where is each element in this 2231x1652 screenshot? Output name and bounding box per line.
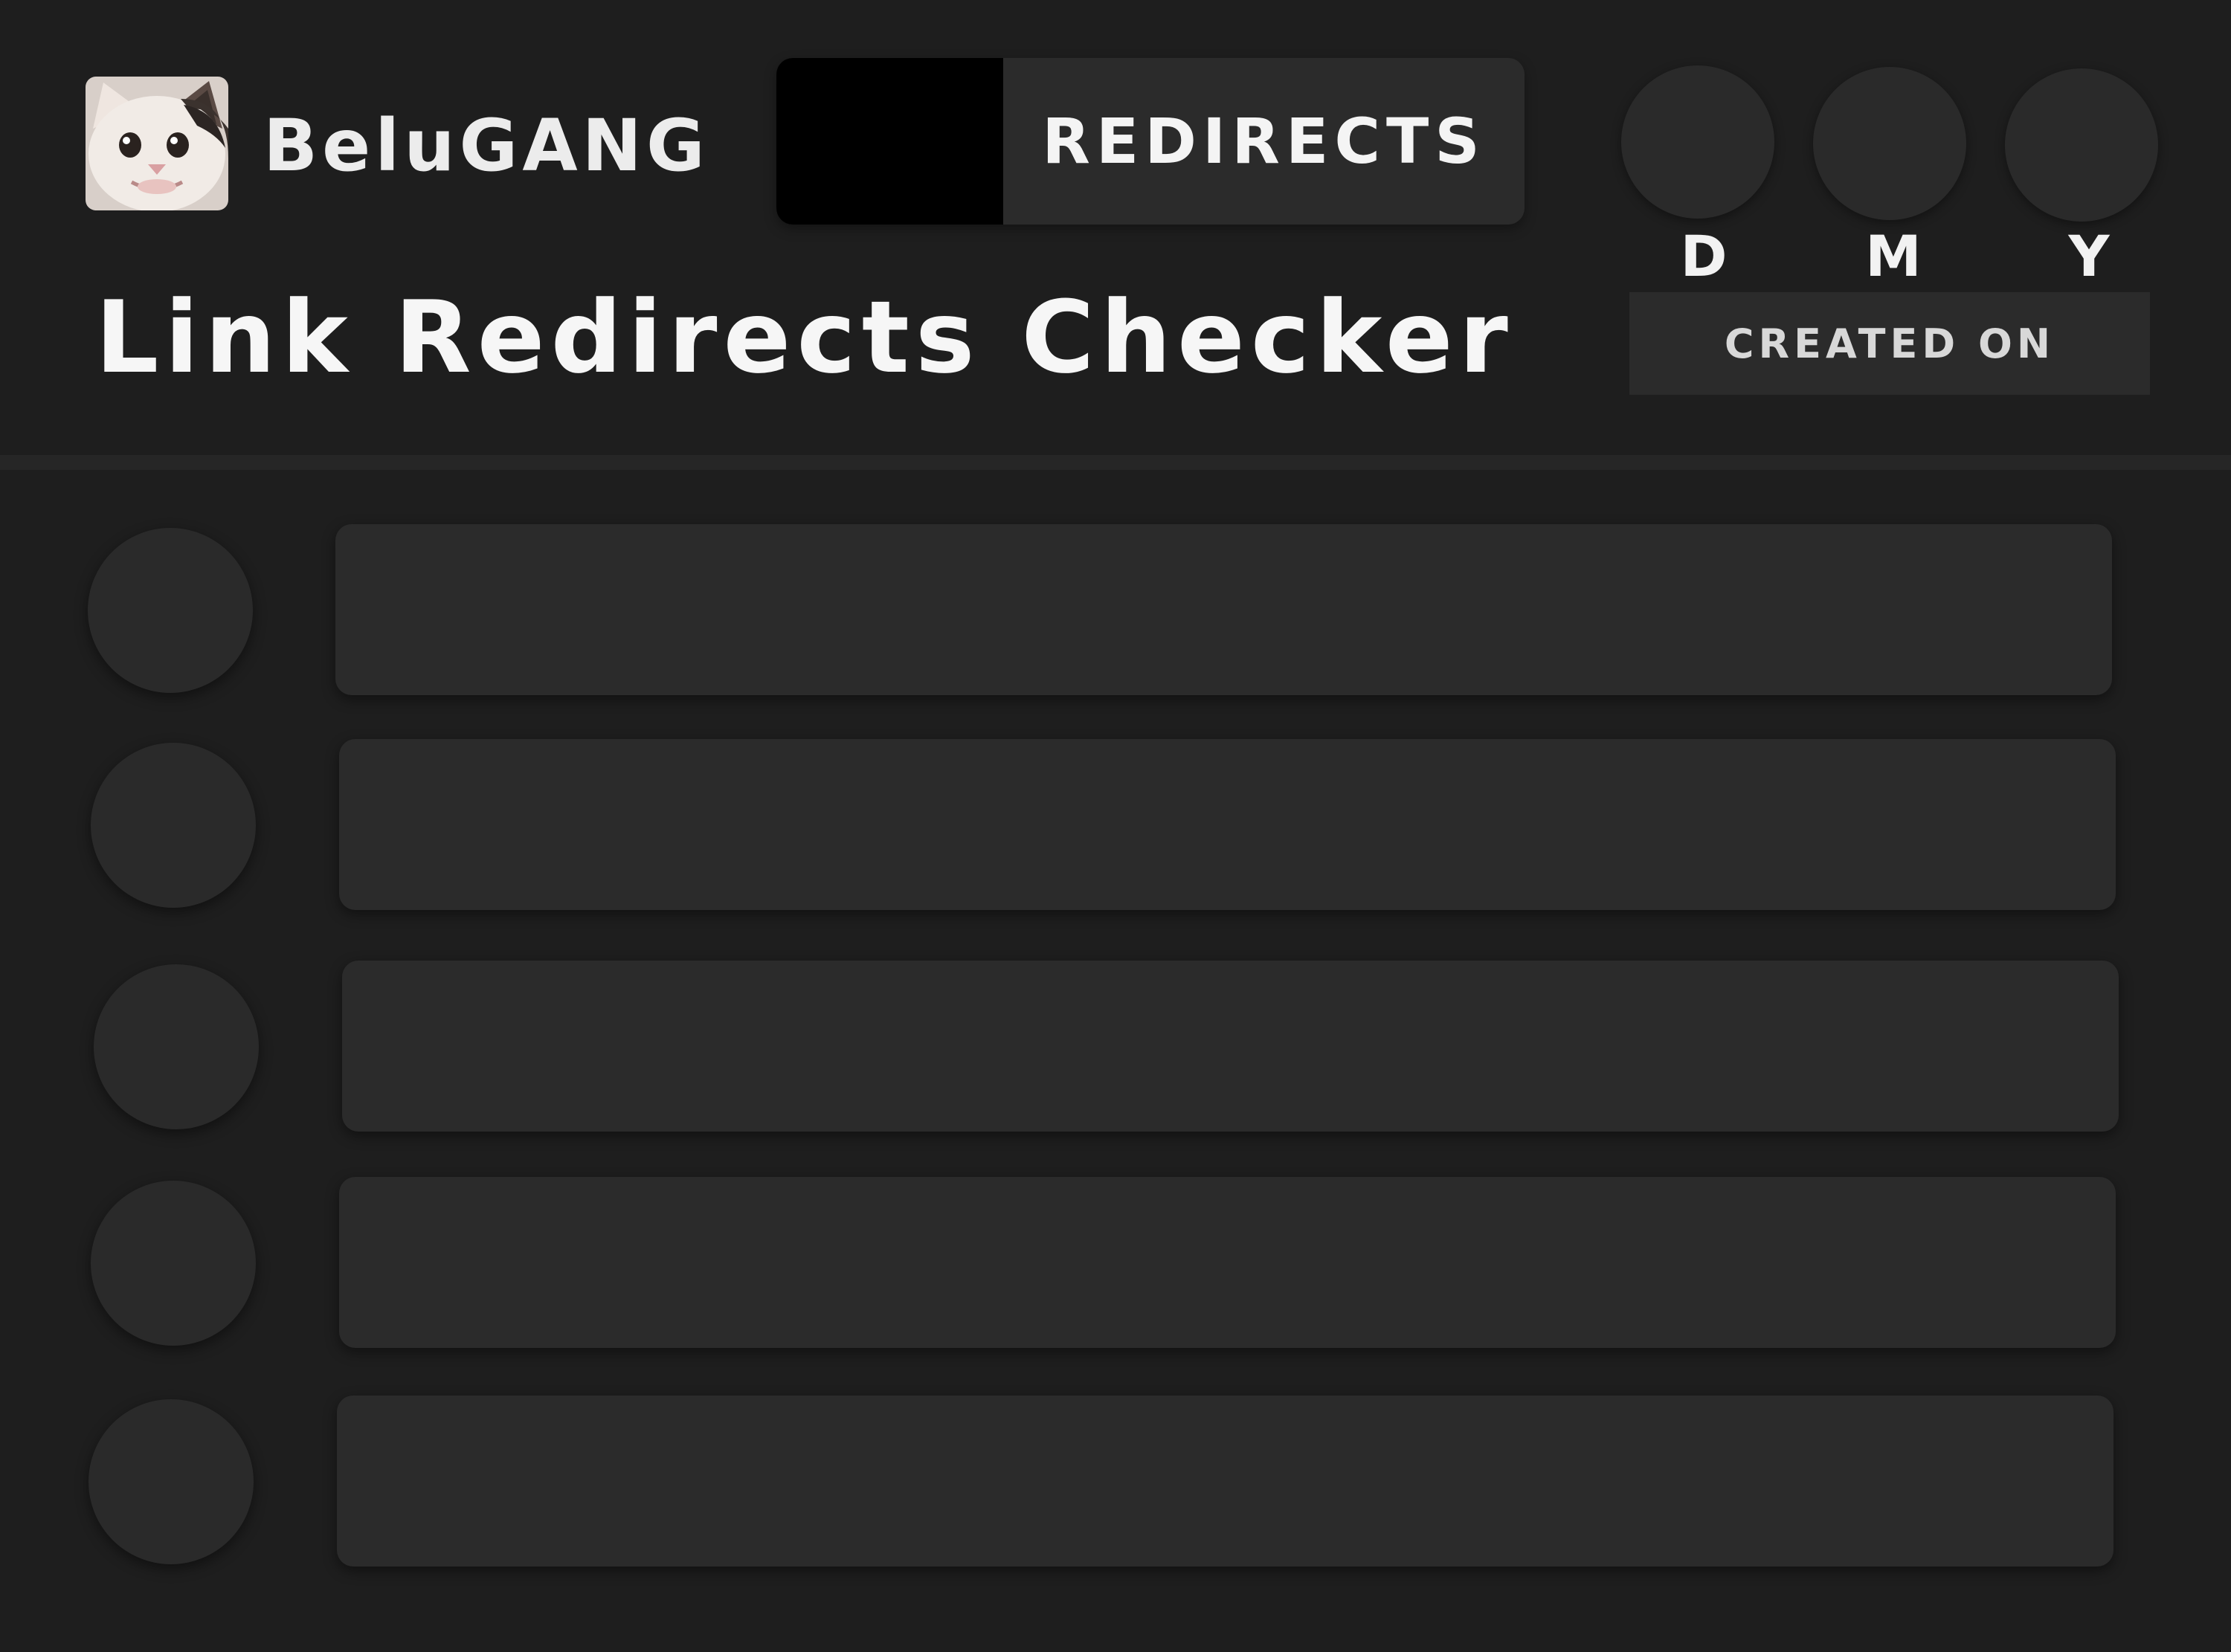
list-item-status-indicator[interactable] bbox=[88, 528, 253, 693]
month-label: M bbox=[1865, 223, 1922, 289]
cat-avatar-icon[interactable] bbox=[86, 77, 228, 210]
list-item-link-field[interactable] bbox=[335, 524, 2112, 695]
list-item-link-field[interactable] bbox=[337, 1396, 2114, 1567]
list-item-link-field[interactable] bbox=[339, 739, 2116, 910]
redirects-toggle[interactable]: REDIRECTS bbox=[776, 58, 1525, 225]
list-item-link-field[interactable] bbox=[339, 1177, 2116, 1348]
year-selector-button[interactable] bbox=[2005, 68, 2158, 222]
month-selector-button[interactable] bbox=[1813, 67, 1966, 220]
list-item-status-indicator[interactable] bbox=[91, 1181, 256, 1346]
list-item-status-indicator[interactable] bbox=[88, 1399, 254, 1564]
created-on-label: CREATED ON bbox=[1629, 292, 2150, 395]
list-item-status-indicator[interactable] bbox=[91, 743, 256, 908]
app-header: BeluGANG REDIRECTS Link Redirects Checke… bbox=[0, 0, 2231, 455]
brand-name: BeluGANG bbox=[263, 104, 709, 187]
page-title: Link Redirects Checker bbox=[95, 280, 1514, 396]
toggle-knob[interactable] bbox=[776, 58, 1003, 225]
year-label: Y bbox=[2068, 223, 2110, 289]
day-label: D bbox=[1680, 223, 1728, 289]
list-item-status-indicator[interactable] bbox=[94, 964, 259, 1129]
link-list bbox=[0, 470, 2231, 1652]
toggle-label: REDIRECTS bbox=[1042, 105, 1486, 178]
header-divider bbox=[0, 455, 2231, 470]
day-selector-button[interactable] bbox=[1621, 65, 1774, 219]
list-item-link-field[interactable] bbox=[342, 961, 2119, 1132]
